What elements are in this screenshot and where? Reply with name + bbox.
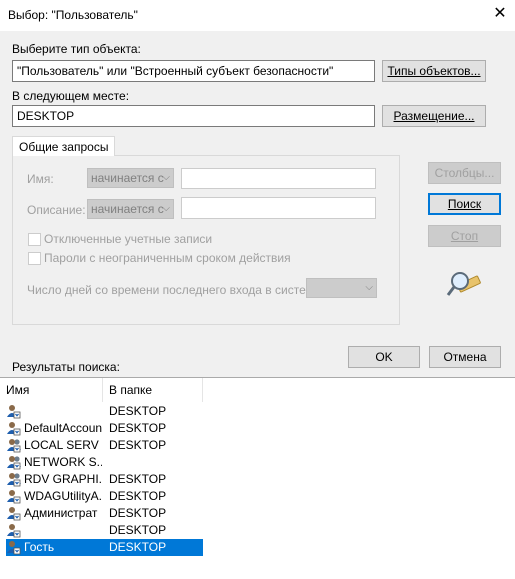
row-folder: DESKTOP xyxy=(109,540,167,554)
user-icon xyxy=(7,490,21,504)
chevron-down-icon: ⌵ xyxy=(162,203,170,214)
name-mode-select[interactable]: начинается с ⌵ xyxy=(87,168,174,188)
name-mode-value: начинается с xyxy=(91,171,164,185)
user-icon xyxy=(7,422,21,436)
stop-button[interactable]: Стоп xyxy=(428,225,501,247)
table-row[interactable]: WDAGUtilityA... DESKTOP xyxy=(6,488,203,505)
description-input[interactable] xyxy=(181,197,376,219)
user-icon xyxy=(7,541,21,555)
days-since-logon-label: Число дней со времени последнего входа в… xyxy=(27,283,324,297)
row-folder: DESKTOP xyxy=(109,523,167,537)
window-title: Выбор: "Пользователь" xyxy=(8,8,138,22)
user-icon xyxy=(7,524,21,538)
search-button-label: Поиск xyxy=(447,197,482,211)
row-folder: DESKTOP xyxy=(109,506,167,520)
search-magnifier-icon xyxy=(446,272,481,296)
results-list[interactable]: Имя В папке DESKTOP DefaultAccount DESKTOP… xyxy=(0,377,515,579)
table-row[interactable]: NETWORK S... xyxy=(6,454,203,471)
non-expiring-passwords-label: Пароли с неограниченным сроком действия xyxy=(44,251,291,265)
description-mode-select[interactable]: начинается с ⌵ xyxy=(87,199,174,219)
row-name: DefaultAccount xyxy=(24,421,102,435)
row-folder: DESKTOP xyxy=(109,472,167,486)
stop-button-label: Стоп xyxy=(450,229,479,243)
chevron-down-icon: ⌵ xyxy=(365,282,373,293)
row-name: RDV GRAPHI... xyxy=(24,472,102,486)
description-mode-value: начинается с xyxy=(91,202,164,216)
row-folder: DESKTOP xyxy=(109,438,167,452)
name-label: Имя: xyxy=(27,172,54,186)
row-name: NETWORK S... xyxy=(24,455,102,469)
column-header-folder[interactable]: В папке xyxy=(103,378,203,402)
disabled-accounts-label: Отключенные учетные записи xyxy=(44,232,213,246)
row-folder: DESKTOP xyxy=(109,404,167,418)
locations-button-label: Размещение... xyxy=(393,109,475,123)
location-label: В следующем месте: xyxy=(12,89,130,103)
row-name: WDAGUtilityA... xyxy=(24,489,102,503)
search-results-label: Результаты поиска: xyxy=(12,360,120,374)
row-folder: DESKTOP xyxy=(109,489,167,503)
locations-button[interactable]: Размещение... xyxy=(382,105,486,127)
table-row[interactable]: DESKTOP xyxy=(6,522,203,539)
table-row[interactable]: Гость DESKTOP xyxy=(6,539,203,556)
row-name: Гость xyxy=(24,540,55,554)
object-types-button-label: Типы объектов... xyxy=(387,64,481,78)
table-row[interactable]: LOCAL SERV DESKTOP xyxy=(6,437,203,454)
description-label: Описание: xyxy=(27,203,86,217)
group-icon xyxy=(7,456,21,470)
row-name: Администрат xyxy=(24,506,98,520)
group-icon xyxy=(7,473,21,487)
object-type-field: "Пользователь" или "Встроенный субъект б… xyxy=(12,60,375,82)
disabled-accounts-checkbox[interactable] xyxy=(28,233,41,246)
table-row[interactable]: DefaultAccount DESKTOP xyxy=(6,420,203,437)
user-icon xyxy=(7,405,21,419)
columns-button[interactable]: Столбцы... xyxy=(428,162,501,184)
tab-common-queries[interactable]: Общие запросы xyxy=(12,136,116,156)
non-expiring-passwords-checkbox[interactable] xyxy=(28,252,41,265)
close-icon[interactable]: ✕ xyxy=(489,3,511,25)
user-icon xyxy=(7,507,21,521)
object-types-button[interactable]: Типы объектов... xyxy=(382,60,486,82)
table-row[interactable]: DESKTOP xyxy=(6,403,203,420)
object-type-label: Выберите тип объекта: xyxy=(12,42,141,56)
ok-button[interactable]: OK xyxy=(348,346,420,368)
row-folder: DESKTOP xyxy=(109,421,167,435)
table-row[interactable]: Администрат DESKTOP xyxy=(6,505,203,522)
search-button[interactable]: Поиск xyxy=(428,193,501,215)
table-row[interactable]: RDV GRAPHI... DESKTOP xyxy=(6,471,203,488)
name-input[interactable] xyxy=(181,168,376,189)
chevron-down-icon: ⌵ xyxy=(162,172,170,183)
location-field: DESKTOP xyxy=(12,105,375,127)
row-name: LOCAL SERV xyxy=(24,438,99,452)
days-since-logon-select[interactable]: ⌵ xyxy=(306,278,377,298)
column-header-name[interactable]: Имя xyxy=(0,378,103,402)
cancel-button[interactable]: Отмена xyxy=(429,346,501,368)
group-icon xyxy=(7,439,21,453)
